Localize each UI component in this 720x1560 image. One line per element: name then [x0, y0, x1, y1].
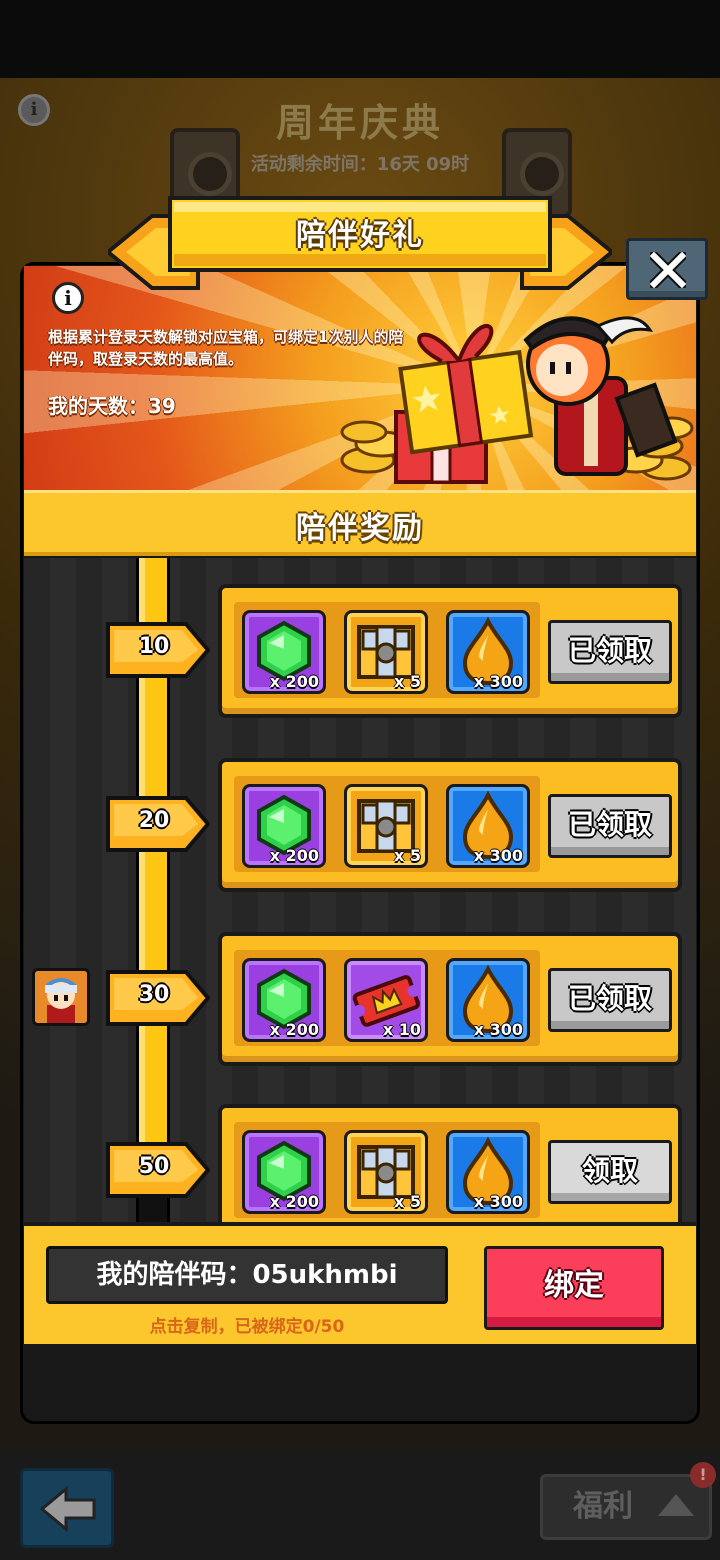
close-button[interactable] [626, 238, 708, 300]
reward-item[interactable]: x 200 [242, 1130, 326, 1214]
status-bar [0, 0, 720, 78]
player-avatar-marker [32, 968, 90, 1026]
modal-title: 陪伴好礼 [296, 218, 424, 253]
item-quantity: x 200 [269, 846, 319, 865]
milestone-tag-day-20: 20 [106, 796, 210, 852]
reward-items-tray: x 200 x 5 x 300 [234, 602, 540, 698]
reward-item[interactable]: x 200 [242, 610, 326, 694]
milestone-day-label: 20 [138, 808, 170, 833]
reward-row-day-10: x 200 x 5 x 300 已领取 [218, 584, 682, 718]
item-quantity: x 300 [473, 672, 523, 691]
arrow-left-icon [40, 1485, 96, 1533]
reward-item[interactable]: x 300 [446, 958, 530, 1042]
milestone-tag-day-50: 50 [106, 1142, 210, 1198]
reward-list[interactable]: 10 x 200 x 5 x 300 已领取 20 x 200 x 5 x 30… [24, 558, 696, 1222]
reward-item[interactable]: x 5 [344, 1130, 428, 1214]
reward-items-tray: x 200 x 10 x 300 [234, 950, 540, 1046]
companion-code-copy-field[interactable]: 我的陪伴码：05ukhmbi [46, 1246, 448, 1304]
reward-items-tray: x 200 x 5 x 300 [234, 776, 540, 872]
up-arrow-icon [658, 1494, 694, 1516]
my-days-count: 我的天数：39 [48, 394, 176, 418]
reward-item[interactable]: x 200 [242, 784, 326, 868]
reward-item[interactable]: x 200 [242, 958, 326, 1042]
reward-items-tray: x 200 x 5 x 300 [234, 1122, 540, 1218]
info-icon[interactable]: i [52, 282, 84, 314]
item-quantity: x 300 [473, 1192, 523, 1211]
reward-item[interactable]: x 5 [344, 784, 428, 868]
item-quantity: x 200 [269, 672, 319, 691]
event-title: 周年庆典 [275, 101, 444, 145]
item-quantity: x 5 [393, 672, 421, 691]
reward-row-day-50: x 200 x 5 x 300 领取 [218, 1104, 682, 1222]
reward-item[interactable]: x 300 [446, 1130, 530, 1214]
rewards-section-header: 陪伴奖励 [24, 490, 696, 556]
reward-row-day-20: x 200 x 5 x 300 已领取 [218, 758, 682, 892]
reward-item[interactable]: x 300 [446, 610, 530, 694]
companion-code-footer: 我的陪伴码：05ukhmbi 点击复制，已被绑定0/50 绑定 [24, 1222, 696, 1344]
bind-button[interactable]: 绑定 [484, 1246, 664, 1330]
milestone-day-label: 30 [138, 982, 170, 1007]
rules-description: 根据累计登录天数解锁对应宝箱，可绑定1次别人的陪伴码，取登录天数的最高值。 [48, 328, 404, 368]
section-title: 陪伴奖励 [296, 511, 424, 546]
copy-hint-text: 点击复制，已被绑定0/50 [149, 1317, 345, 1337]
notification-badge: ! [690, 1462, 716, 1488]
milestone-tag-day-30: 30 [106, 970, 210, 1026]
close-icon [650, 252, 686, 288]
event-timer: 活动剩余时间：16天 09时 [250, 154, 470, 175]
milestone-day-label: 10 [138, 634, 170, 659]
reward-row-day-30: x 200 x 10 x 300 已领取 [218, 932, 682, 1066]
item-quantity: x 5 [393, 846, 421, 865]
item-quantity: x 5 [393, 1192, 421, 1211]
milestone-day-label: 50 [138, 1154, 170, 1179]
item-quantity: x 200 [269, 1192, 319, 1211]
back-button[interactable] [20, 1468, 114, 1548]
reward-item[interactable]: x 300 [446, 784, 530, 868]
reward-item[interactable]: x 5 [344, 610, 428, 694]
claimed-button[interactable]: 已领取 [548, 968, 672, 1032]
claimed-button[interactable]: 已领取 [548, 794, 672, 858]
item-quantity: x 300 [473, 1020, 523, 1039]
claim-button[interactable]: 领取 [548, 1140, 672, 1204]
claimed-button[interactable]: 已领取 [548, 620, 672, 684]
milestone-tag-day-10: 10 [106, 622, 210, 678]
item-quantity: x 10 [382, 1020, 421, 1039]
item-quantity: x 300 [473, 846, 523, 865]
player-avatar-icon [35, 971, 87, 1023]
reward-item[interactable]: x 10 [344, 958, 428, 1042]
item-quantity: x 200 [269, 1020, 319, 1039]
